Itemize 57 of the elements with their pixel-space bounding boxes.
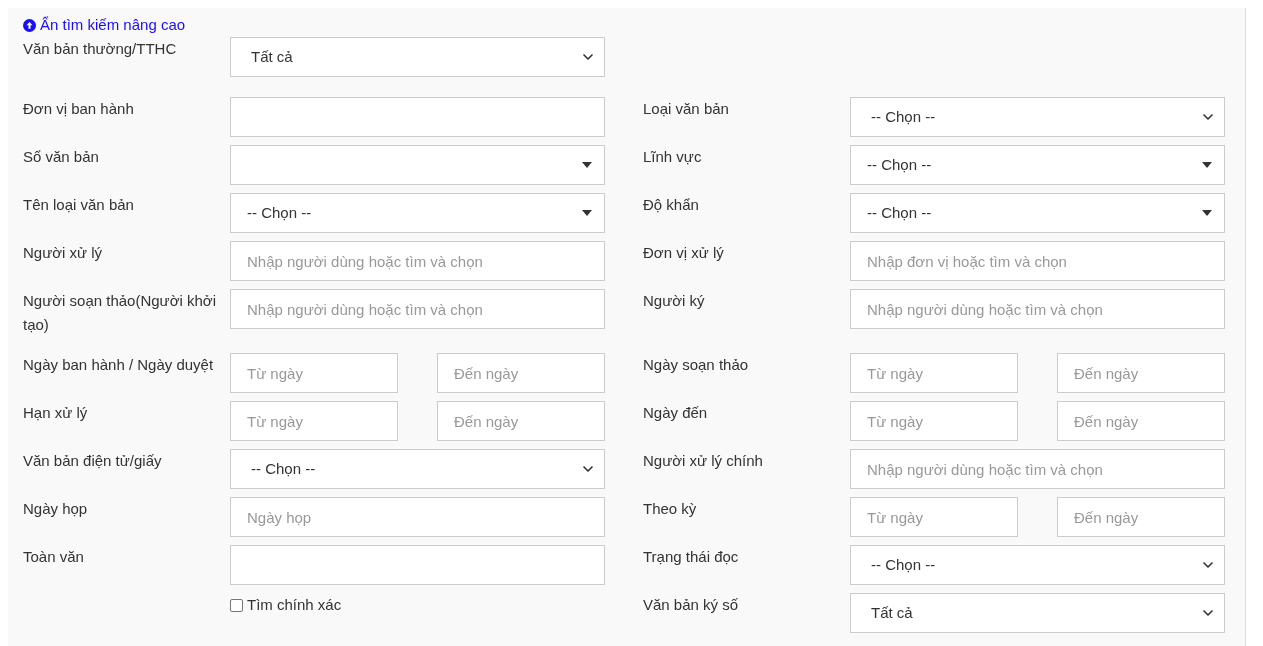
dropdown-field[interactable]: -- Chọn -- — [230, 193, 605, 233]
date-field[interactable]: Đến ngày — [437, 401, 605, 441]
input-field[interactable] — [230, 545, 605, 585]
date-field[interactable]: Đến ngày — [1057, 353, 1225, 393]
input-field[interactable] — [230, 97, 605, 137]
field-label: Hạn xử lý — [23, 404, 88, 421]
select-field[interactable]: Tất cả — [850, 593, 1225, 633]
caret-down-icon — [1202, 162, 1212, 168]
toggle-advanced-search-link[interactable]: Ẩn tìm kiếm nâng cao — [23, 15, 186, 35]
field-label: Văn bản thường/TTHC — [23, 40, 177, 57]
input-field[interactable]: Nhập đơn vị hoặc tìm và chọn — [850, 241, 1225, 281]
field-label: Người soạn thảo(Người khởi tạo) — [23, 292, 216, 333]
field-label: Theo kỳ — [643, 500, 697, 517]
dropdown-field[interactable] — [230, 145, 605, 185]
date-field[interactable]: Từ ngày — [850, 497, 1018, 537]
input-field[interactable]: Nhập người dùng hoặc tìm và chọn — [850, 289, 1225, 329]
field-label: Loại văn bản — [643, 100, 729, 117]
caret-down-icon — [582, 210, 592, 216]
input-field[interactable]: Nhập người dùng hoặc tìm và chọn — [230, 241, 605, 281]
checkbox-label: Tìm chính xác — [247, 594, 342, 615]
caret-down-icon — [1202, 210, 1212, 216]
field-label: Người ký — [643, 292, 705, 309]
date-field[interactable]: Từ ngày — [230, 401, 398, 441]
input-field[interactable]: Ngày họp — [230, 497, 605, 537]
field-label: Đơn vị ban hành — [23, 100, 134, 117]
dropdown-field[interactable]: -- Chọn -- — [850, 145, 1225, 185]
select-field[interactable]: Tất cả — [230, 37, 605, 77]
caret-down-icon — [582, 162, 592, 168]
field-label: Lĩnh vực — [643, 148, 702, 165]
field-label: Ngày đến — [643, 404, 708, 421]
date-field[interactable]: Đến ngày — [437, 353, 605, 393]
field-label: Người xử lý — [23, 244, 103, 261]
field-label: Người xử lý chính — [643, 452, 763, 469]
date-field[interactable]: Từ ngày — [850, 353, 1018, 393]
arrow-up-circle-icon — [23, 18, 36, 32]
date-field[interactable]: Từ ngày — [850, 401, 1018, 441]
field-label: Toàn văn — [23, 548, 84, 565]
input-field[interactable]: Nhập người dùng hoặc tìm và chọn — [850, 449, 1225, 489]
field-label: Văn bản ký số — [643, 596, 739, 613]
date-field[interactable]: Đến ngày — [1057, 497, 1225, 537]
field-label: Ngày ban hành / Ngày duyệt — [23, 356, 214, 373]
field-label: Sổ văn bản — [23, 148, 99, 165]
checkbox[interactable] — [230, 598, 243, 612]
field-label: Đơn vị xử lý — [643, 244, 724, 261]
field-label: Ngày soạn thảo — [643, 356, 749, 373]
field-label: Trạng thái đọc — [643, 548, 739, 565]
select-field[interactable]: -- Chọn -- — [850, 545, 1225, 585]
select-field[interactable]: -- Chọn -- — [230, 449, 605, 489]
input-field[interactable]: Nhập người dùng hoặc tìm và chọn — [230, 289, 605, 329]
field-label: Văn bản điện tử/giấy — [23, 452, 162, 469]
date-field[interactable]: Đến ngày — [1057, 401, 1225, 441]
date-field[interactable]: Từ ngày — [230, 353, 398, 393]
field-label: Ngày họp — [23, 500, 88, 517]
field-label: Độ khẩn — [643, 196, 699, 213]
dropdown-field[interactable]: -- Chọn -- — [850, 193, 1225, 233]
field-label: Tên loại văn bản — [23, 196, 134, 213]
select-field[interactable]: -- Chọn -- — [850, 97, 1225, 137]
